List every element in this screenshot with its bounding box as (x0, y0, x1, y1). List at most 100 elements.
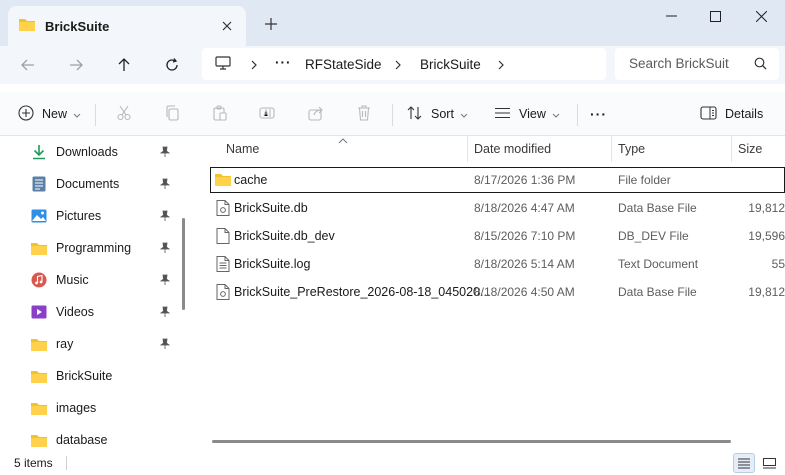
file-date: 8/15/2026 7:10 PM (474, 229, 576, 243)
sidebar-item-bricksuite[interactable]: BrickSuite (30, 362, 176, 390)
chevron-right-icon (392, 58, 404, 72)
pin-icon[interactable] (159, 338, 171, 352)
sidebar-item-pictures[interactable]: Pictures (30, 202, 176, 230)
file-name: BrickSuite.db (234, 201, 308, 215)
documents-icon (30, 175, 48, 193)
file-row[interactable]: BrickSuite.db 8/18/2026 4:47 AM Data Bas… (210, 195, 785, 221)
details-pane-icon (700, 105, 717, 123)
sidebar-item-videos[interactable]: Videos (30, 298, 176, 326)
folder-icon (18, 17, 36, 35)
add-icon (18, 104, 34, 124)
paste-button[interactable] (212, 102, 228, 126)
file-date: 8/17/2026 1:36 PM (474, 173, 576, 187)
file-date: 8/18/2026 4:47 AM (474, 201, 575, 215)
chevron-right-icon (248, 58, 260, 72)
sort-icon (407, 105, 423, 124)
file-type: Text Document (618, 257, 699, 271)
sidebar-item-database[interactable]: database (30, 426, 176, 450)
column-divider[interactable] (611, 136, 612, 162)
sidebar-item-ray[interactable]: ray (30, 330, 176, 358)
share-button[interactable] (308, 102, 324, 126)
tab-bricksuite[interactable]: BrickSuite (8, 6, 246, 46)
sort-button[interactable]: Sort (407, 102, 468, 126)
sidebar-scrollbar[interactable] (182, 218, 185, 310)
file-size: 19,596 (748, 229, 785, 243)
column-header-name[interactable]: Name (226, 136, 259, 162)
column-header-type[interactable]: Type (618, 136, 645, 162)
column-header-date[interactable]: Date modified (474, 136, 551, 162)
minimize-icon[interactable] (651, 4, 691, 28)
sidebar-item-images[interactable]: images (30, 394, 176, 422)
address-bar[interactable]: ··· RFStateSide BrickSuite (202, 48, 606, 80)
file-name: BrickSuite_PreRestore_2026-08-18_045020.… (234, 285, 491, 299)
chevron-down-icon (552, 107, 560, 121)
sidebar-item-downloads[interactable]: Downloads (30, 138, 176, 166)
file-date: 8/18/2026 5:14 AM (474, 257, 575, 271)
pin-icon[interactable] (159, 178, 171, 192)
title-bar: BrickSuite (0, 0, 785, 46)
horizontal-scrollbar[interactable] (212, 440, 731, 443)
folder-icon (30, 239, 48, 257)
delete-button[interactable] (357, 102, 371, 126)
search-box[interactable] (615, 48, 779, 80)
folder-icon (30, 399, 48, 417)
file-name: BrickSuite.db_dev (234, 229, 335, 243)
column-divider[interactable] (731, 136, 732, 162)
pin-icon[interactable] (159, 242, 171, 256)
refresh-icon[interactable] (159, 53, 185, 77)
folder-icon (30, 367, 48, 385)
pin-icon[interactable] (159, 210, 171, 224)
breadcrumb-item[interactable]: BrickSuite (420, 57, 481, 72)
divider (577, 104, 578, 126)
sidebar-item-label: images (56, 401, 97, 415)
search-icon[interactable] (754, 57, 767, 73)
file-date: 8/18/2026 4:50 AM (474, 285, 575, 299)
file-icon (216, 228, 232, 244)
column-divider[interactable] (467, 136, 468, 162)
breadcrumb-item[interactable]: RFStateSide (305, 57, 382, 72)
chevron-down-icon (73, 107, 81, 121)
back-icon[interactable] (15, 53, 41, 77)
view-button[interactable]: View (494, 102, 560, 126)
sidebar-item-label: Documents (56, 177, 120, 191)
copy-icon (164, 104, 180, 124)
search-input[interactable] (629, 56, 749, 71)
file-name: cache (234, 173, 268, 187)
up-icon[interactable] (111, 53, 137, 77)
column-header-size[interactable]: Size (738, 136, 762, 162)
breadcrumb-overflow[interactable]: ··· (275, 55, 292, 70)
details-view-icon[interactable] (733, 453, 755, 473)
divider (95, 104, 96, 126)
sidebar-item-label: Pictures (56, 209, 102, 223)
more-options-button[interactable]: ··· (590, 102, 607, 126)
navigation-pane: Downloads Documents Pictures Programming (0, 136, 178, 450)
pin-icon[interactable] (159, 306, 171, 320)
sidebar-item-documents[interactable]: Documents (30, 170, 176, 198)
file-row[interactable]: BrickSuite.db_dev 8/15/2026 7:10 PM DB_D… (210, 223, 785, 249)
sidebar-item-programming[interactable]: Programming (30, 234, 176, 262)
sidebar-item-music[interactable]: Music (30, 266, 176, 294)
tiles-view-icon[interactable] (758, 453, 780, 473)
file-row-cache[interactable]: cache 8/17/2026 1:36 PM File folder (210, 167, 785, 193)
new-tab-icon[interactable] (261, 14, 281, 34)
file-row[interactable]: BrickSuite_PreRestore_2026-08-18_045020.… (210, 279, 785, 305)
sidebar-item-label: Videos (56, 305, 94, 319)
new-button[interactable]: New (18, 102, 81, 126)
details-button[interactable]: Details (700, 102, 763, 126)
pin-icon[interactable] (159, 146, 171, 160)
sidebar-item-label: Music (56, 273, 89, 287)
maximize-icon[interactable] (695, 4, 735, 28)
folder-icon (30, 431, 48, 449)
close-icon[interactable] (741, 4, 781, 28)
file-type: DB_DEV File (618, 229, 689, 243)
view-icon (494, 107, 511, 122)
forward-icon[interactable] (63, 53, 89, 77)
pin-icon[interactable] (159, 274, 171, 288)
copy-button[interactable] (164, 102, 180, 126)
chevron-right-icon[interactable] (495, 58, 507, 72)
rename-button[interactable] (259, 102, 275, 126)
cut-button[interactable] (116, 102, 132, 126)
tab-close-icon[interactable] (218, 17, 236, 35)
file-row[interactable]: BrickSuite.log 8/18/2026 5:14 AM Text Do… (210, 251, 785, 277)
address-row: ··· RFStateSide BrickSuite (0, 46, 785, 84)
